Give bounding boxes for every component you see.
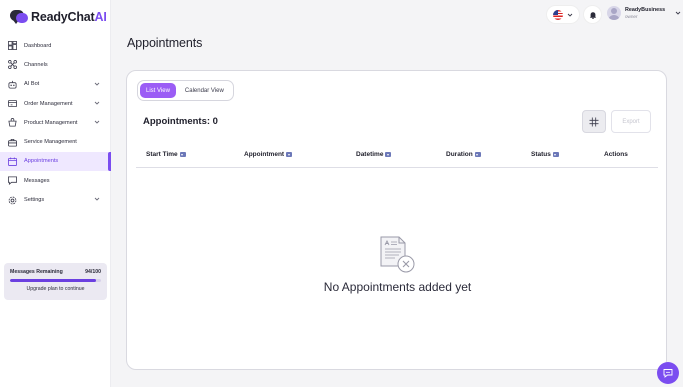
upgrade-plan-link[interactable]: Upgrade plan to continue [10, 286, 101, 292]
sort-icon[interactable] [552, 152, 559, 157]
messages-progress-bar [10, 279, 101, 282]
tab-list-view[interactable]: List View [140, 83, 176, 98]
column-actions: Actions [604, 151, 628, 158]
messages-progress-fill [10, 279, 96, 282]
avatar [607, 6, 621, 20]
sidebar-item-label: Appointments [24, 158, 59, 165]
page-title: Appointments [127, 36, 203, 50]
chevron-down-icon [675, 11, 681, 15]
language-selector[interactable] [547, 6, 579, 23]
sidebar-item-label: Messages [24, 177, 50, 184]
appointments-card: List View Calendar View Appointments: 0 … [126, 70, 667, 370]
column-appointment[interactable]: Appointment [244, 151, 293, 158]
sidebar-item-settings[interactable]: Settings [0, 190, 111, 209]
column-datetime[interactable]: Datetime [356, 151, 392, 158]
empty-document-icon [380, 236, 415, 273]
sort-icon[interactable] [286, 152, 293, 157]
brand-logo[interactable]: ReadyChatAI [10, 10, 107, 24]
calendar-icon [8, 157, 17, 166]
column-start-time[interactable]: Start Time [146, 151, 186, 158]
user-name: ReadyBusiness [625, 7, 666, 13]
chevron-down-icon [94, 101, 100, 105]
column-status[interactable]: Status [531, 151, 559, 158]
logo-icon [10, 10, 28, 24]
table-header: Start Time Appointment Datetime Duration… [136, 144, 658, 168]
user-menu[interactable]: ReadyBusiness owner [607, 6, 681, 20]
appointments-count: Appointments: 0 [143, 116, 218, 127]
export-button[interactable]: Export [611, 110, 651, 133]
service-icon [8, 138, 17, 147]
sidebar-item-ai-bot[interactable]: AI Bot [0, 75, 111, 94]
bot-icon [8, 80, 17, 89]
chevron-down-icon [94, 120, 100, 124]
sidebar-item-appointments[interactable]: Appointments [0, 151, 111, 172]
gear-icon [8, 196, 17, 205]
channels-icon [8, 60, 17, 70]
messages-remaining-card: Messages Remaining 94/100 Upgrade plan t… [4, 263, 107, 300]
sidebar-item-label: Service Management [24, 139, 77, 146]
bell-icon [589, 11, 596, 19]
chevron-down-icon [94, 82, 100, 86]
brand-name: ReadyChatAI [31, 10, 107, 24]
sidebar-item-product-management[interactable]: Product Management [0, 113, 111, 132]
chevron-down-icon [94, 198, 100, 202]
sidebar-item-dashboard[interactable]: Dashboard [0, 36, 111, 55]
sidebar-item-label: Channels [24, 61, 48, 68]
chevron-down-icon [567, 13, 573, 17]
tab-calendar-view[interactable]: Calendar View [179, 83, 230, 98]
view-toggle: List View Calendar View [137, 80, 234, 101]
sidebar-item-label: Product Management [24, 119, 78, 126]
sort-icon[interactable] [474, 152, 481, 157]
sort-icon[interactable] [385, 152, 392, 157]
column-settings-button[interactable] [582, 110, 606, 133]
empty-state-message: No Appointments added yet [323, 280, 472, 294]
messages-icon [8, 176, 17, 186]
sort-icon[interactable] [179, 152, 186, 157]
chat-icon [663, 369, 673, 378]
sidebar-item-label: AI Bot [24, 81, 40, 88]
order-icon [8, 99, 17, 108]
dashboard-icon [8, 41, 17, 51]
sidebar: ReadyChatAI Dashboard Channels AI Bot Or… [0, 0, 111, 387]
product-icon [8, 118, 17, 127]
sidebar-item-label: Dashboard [24, 42, 52, 49]
us-flag-icon [553, 9, 563, 20]
sidebar-item-order-management[interactable]: Order Management [0, 94, 111, 113]
notifications-button[interactable] [584, 6, 601, 23]
sidebar-item-channels[interactable]: Channels [0, 55, 111, 74]
chat-support-button[interactable] [657, 362, 679, 384]
sidebar-item-messages[interactable]: Messages [0, 171, 111, 190]
sidebar-item-label: Order Management [24, 100, 73, 107]
sidebar-nav: Dashboard Channels AI Bot Order Manageme… [0, 36, 111, 210]
sidebar-item-label: Settings [24, 197, 45, 204]
messages-remaining-count: 94/100 [85, 269, 101, 275]
user-role: owner [625, 14, 638, 19]
columns-icon [589, 117, 599, 126]
messages-remaining-label: Messages Remaining [10, 269, 63, 275]
column-duration[interactable]: Duration [446, 151, 481, 158]
sidebar-item-service-management[interactable]: Service Management [0, 132, 111, 151]
